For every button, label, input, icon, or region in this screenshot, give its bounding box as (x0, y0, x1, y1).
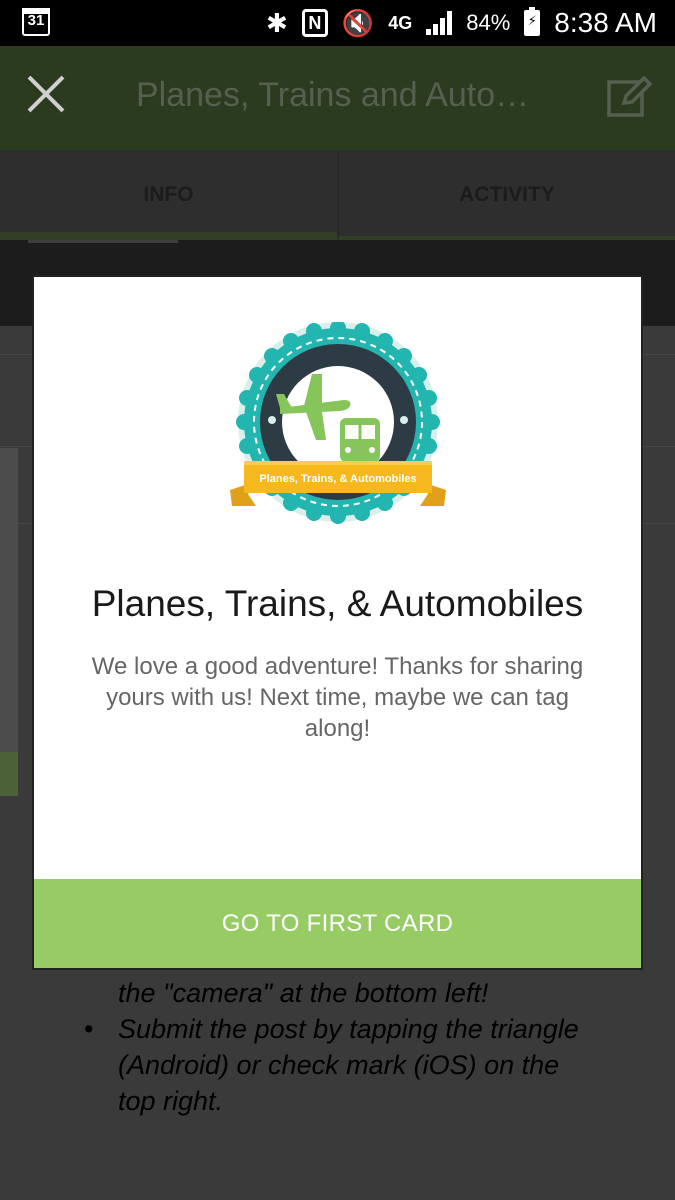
signal-icon (426, 11, 453, 35)
close-icon[interactable] (24, 72, 68, 116)
edit-icon[interactable] (606, 76, 652, 118)
dialog-title: Planes, Trains, & Automobiles (91, 583, 584, 624)
nfc-icon: N (301, 9, 328, 37)
tab-activity[interactable]: ACTIVITY (338, 150, 675, 240)
list-item: the "camera" at the bottom left! (118, 978, 489, 1008)
status-icons: ✱ N 🔇 4G 84% 8:38 AM (266, 0, 657, 46)
bluetooth-icon: ✱ (266, 8, 288, 38)
dialog-message: We love a good adventure! Thanks for sha… (91, 653, 584, 742)
planes-trains-automobiles-badge: Planes, Trains, & Automobiles (230, 322, 446, 524)
go-to-first-card-button[interactable]: GO TO FIRST CARD (34, 879, 641, 968)
badge-dialog: Planes, Trains, & Automobiles Planes, Tr… (34, 277, 641, 968)
status-bar: 31 ✱ N 🔇 4G 84% 8:38 AM (0, 0, 675, 46)
battery-percent: 84% (466, 10, 511, 35)
mute-icon: 🔇 (341, 8, 375, 38)
app-toolbar: Planes, Trains and Auto… (0, 46, 675, 150)
tab-info[interactable]: INFO (0, 150, 337, 240)
battery-charging-icon (524, 7, 541, 36)
calendar-icon: 31 (22, 8, 50, 36)
side-panel (0, 448, 18, 796)
instructions-list: the "camera" at the bottom left! Submit … (84, 975, 644, 1119)
tab-bar: INFO ACTIVITY (0, 150, 675, 240)
list-item: Submit the post by tapping the triangle … (84, 1011, 644, 1119)
clock: 8:38 AM (554, 7, 657, 38)
page-title: Planes, Trains and Auto… (136, 76, 530, 114)
4g-lte-icon: 4G (388, 12, 413, 33)
badge-ribbon-text: Planes, Trains, & Automobiles (259, 473, 416, 485)
